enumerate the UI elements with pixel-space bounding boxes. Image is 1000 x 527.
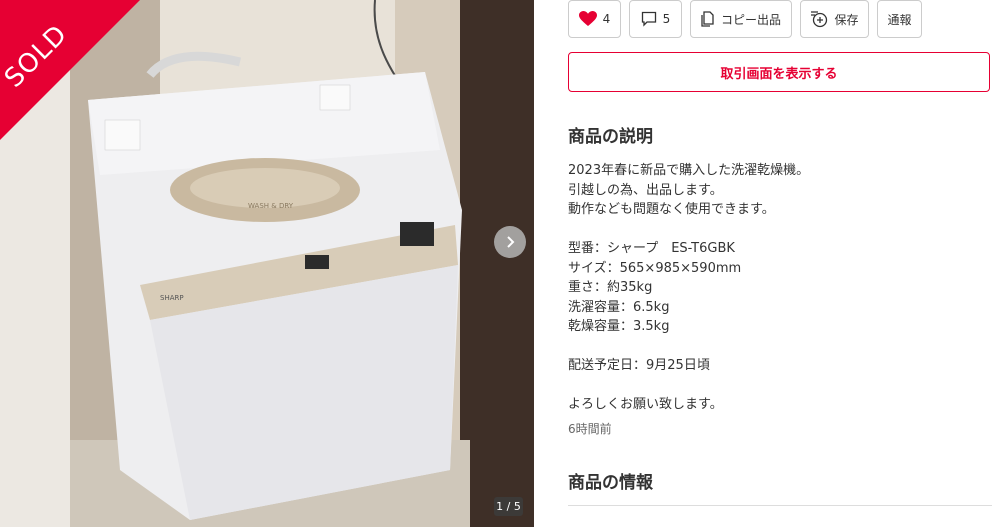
image-counter: 1 / 5 xyxy=(494,497,523,516)
description-body: 2023年春に新品で購入した洗濯乾燥機。 引越しの為、出品します。 動作なども問… xyxy=(568,163,810,412)
like-button[interactable]: 4 xyxy=(568,0,621,38)
heart-icon xyxy=(578,11,597,26)
action-bar: 4 5 コピー出品 保存 通報 xyxy=(568,0,922,38)
brand-text: SHARP xyxy=(160,294,184,302)
comment-icon xyxy=(641,11,656,27)
save-icon xyxy=(811,11,828,28)
description-heading: 商品の説明 xyxy=(568,127,653,147)
view-transaction-button[interactable]: 取引画面を表示する xyxy=(568,52,990,92)
posted-time: 6時間前 xyxy=(568,422,612,436)
like-count: 4 xyxy=(602,12,611,26)
report-label: 通報 xyxy=(887,12,912,27)
next-image-button[interactable] xyxy=(494,226,526,258)
divider xyxy=(568,505,992,506)
report-button[interactable]: 通報 xyxy=(877,0,922,38)
comment-button[interactable]: 5 xyxy=(629,0,682,38)
save-button[interactable]: 保存 xyxy=(800,0,869,38)
save-label: 保存 xyxy=(834,12,859,27)
copy-listing-button[interactable]: コピー出品 xyxy=(690,0,792,38)
image-gallery: WASH & DRY SHARP SOLD 1 / 5 xyxy=(0,0,534,527)
sold-ribbon: SOLD xyxy=(0,0,140,140)
chevron-right-icon xyxy=(507,236,515,248)
item-info-heading: 商品の情報 xyxy=(568,473,653,493)
comment-count: 5 xyxy=(662,12,671,26)
copy-icon xyxy=(701,11,714,27)
lid-text: WASH & DRY xyxy=(248,202,294,210)
copy-label: コピー出品 xyxy=(720,12,781,27)
